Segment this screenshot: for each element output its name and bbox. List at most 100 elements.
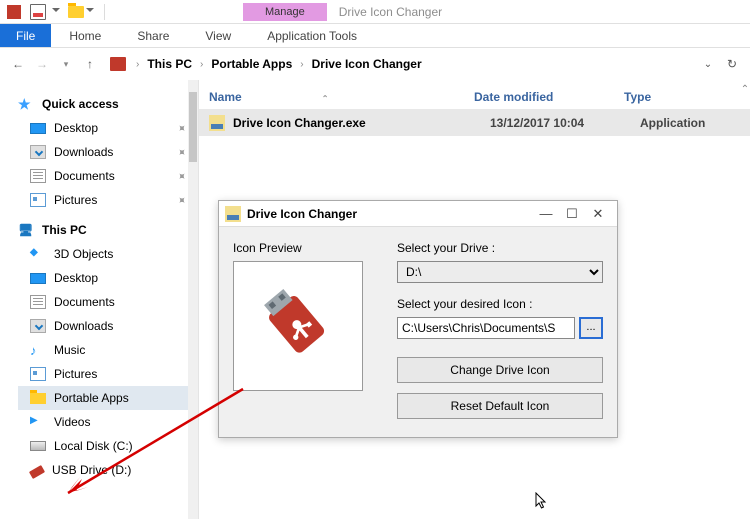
file-row[interactable]: Drive Icon Changer.exe 13/12/2017 10:04 … bbox=[199, 110, 750, 136]
dialog-icon bbox=[225, 206, 241, 222]
chevron-right-icon[interactable]: › bbox=[296, 59, 307, 70]
mouse-cursor-icon bbox=[535, 492, 547, 510]
quickaccess-folder-icon[interactable] bbox=[68, 6, 84, 18]
quickaccess-save-icon[interactable] bbox=[30, 4, 46, 20]
chevron-right-icon[interactable]: › bbox=[196, 59, 207, 70]
usb-drive-icon bbox=[29, 465, 45, 479]
desktop-icon bbox=[30, 273, 46, 284]
ribbon-tab-share[interactable]: Share bbox=[119, 24, 187, 47]
downloads-icon bbox=[30, 319, 46, 333]
sidebar-quick-access[interactable]: ★ Quick access bbox=[18, 92, 198, 116]
recent-dropdown-icon[interactable]: ▾ bbox=[56, 54, 76, 74]
icon-preview-label: Icon Preview bbox=[233, 241, 383, 255]
exe-icon bbox=[209, 115, 225, 131]
sidebar-item-downloads[interactable]: Downloads ✦ bbox=[18, 140, 198, 164]
sidebar-item-label: Local Disk (C:) bbox=[54, 439, 133, 453]
sidebar-item-local-disk-c[interactable]: Local Disk (C:) bbox=[18, 434, 198, 458]
separator bbox=[104, 4, 105, 20]
sidebar-item-3d-objects[interactable]: ◆ 3D Objects bbox=[18, 242, 198, 266]
quickaccess-dropdown2-icon[interactable] bbox=[86, 8, 94, 16]
sidebar-item-desktop-pc[interactable]: Desktop bbox=[18, 266, 198, 290]
column-type[interactable]: Type bbox=[624, 90, 750, 104]
ribbon-file-tab[interactable]: File bbox=[0, 24, 51, 47]
reset-default-icon-button[interactable]: Reset Default Icon bbox=[397, 393, 603, 419]
sort-indicator-icon: ⌃ bbox=[322, 94, 329, 103]
sidebar-item-portable-apps[interactable]: Portable Apps bbox=[18, 386, 198, 410]
pictures-icon bbox=[30, 367, 46, 381]
sidebar-scrollbar[interactable] bbox=[188, 80, 198, 519]
column-name[interactable]: Name⌃ bbox=[209, 90, 474, 104]
dialog-titlebar[interactable]: Drive Icon Changer — ☐ ✕ bbox=[219, 201, 617, 227]
close-button[interactable]: ✕ bbox=[585, 206, 611, 222]
ribbon-tab-home[interactable]: Home bbox=[51, 24, 119, 47]
minimize-button[interactable]: — bbox=[533, 206, 559, 221]
star-icon: ★ bbox=[18, 97, 34, 111]
sidebar-this-pc[interactable]: 🖥 This PC bbox=[18, 218, 198, 242]
sidebar-label: Quick access bbox=[42, 97, 119, 111]
sidebar-item-usb-drive-d[interactable]: USB Drive (D:) bbox=[18, 458, 198, 482]
file-name: Drive Icon Changer.exe bbox=[233, 116, 490, 130]
sidebar-item-documents[interactable]: Documents✦ bbox=[18, 164, 198, 188]
quickaccess-dropdown-icon[interactable] bbox=[52, 8, 60, 16]
context-tab-manage[interactable]: Manage bbox=[243, 3, 327, 21]
window-titlebar: Manage Drive Icon Changer bbox=[0, 0, 750, 24]
forward-button[interactable]: → bbox=[32, 54, 52, 74]
change-drive-icon-button[interactable]: Change Drive Icon bbox=[397, 357, 603, 383]
sidebar-item-label: Documents bbox=[54, 169, 115, 183]
ribbon-tab-view[interactable]: View bbox=[187, 24, 249, 47]
sidebar-item-videos[interactable]: ▶Videos bbox=[18, 410, 198, 434]
drive-select[interactable]: D:\ bbox=[397, 261, 603, 283]
icon-preview bbox=[233, 261, 363, 391]
downloads-icon bbox=[30, 145, 46, 159]
sidebar-item-desktop[interactable]: Desktop✦ bbox=[18, 116, 198, 140]
drive-icon-changer-dialog: Drive Icon Changer — ☐ ✕ Icon Preview bbox=[218, 200, 618, 438]
sidebar-item-label: Pictures bbox=[54, 367, 97, 381]
sidebar-item-label: 3D Objects bbox=[54, 247, 113, 261]
sidebar-item-pictures-pc[interactable]: Pictures bbox=[18, 362, 198, 386]
sidebar-item-label: USB Drive (D:) bbox=[52, 463, 131, 477]
sidebar-item-label: Music bbox=[54, 343, 85, 357]
documents-icon bbox=[30, 169, 46, 183]
3d-objects-icon: ◆ bbox=[30, 247, 46, 261]
sidebar-item-label: Portable Apps bbox=[54, 391, 129, 405]
sidebar-item-downloads-pc[interactable]: Downloads bbox=[18, 314, 198, 338]
ribbon-tab-application-tools[interactable]: Application Tools bbox=[249, 24, 375, 47]
usb-icon bbox=[253, 281, 343, 371]
pin-icon: ✦ bbox=[174, 192, 190, 208]
ribbon-tabs: File Home Share View Application Tools bbox=[0, 24, 750, 48]
breadcrumb[interactable]: › This PC › Portable Apps › Drive Icon C… bbox=[110, 57, 424, 71]
back-button[interactable]: ← bbox=[8, 54, 28, 74]
music-icon: ♪ bbox=[30, 343, 46, 357]
pc-icon: 🖥 bbox=[18, 223, 34, 237]
sidebar-item-label: Downloads bbox=[54, 319, 113, 333]
browse-button[interactable]: ... bbox=[579, 317, 603, 339]
column-date-modified[interactable]: Date modified bbox=[474, 90, 624, 104]
select-icon-label: Select your desired Icon : bbox=[397, 297, 603, 311]
breadcrumb-portable-apps[interactable]: Portable Apps bbox=[209, 57, 294, 71]
sidebar-item-music[interactable]: ♪ Music bbox=[18, 338, 198, 362]
pin-icon: ✦ bbox=[174, 144, 190, 160]
sidebar-item-label: Downloads bbox=[54, 145, 113, 159]
breadcrumb-drive-icon-changer[interactable]: Drive Icon Changer bbox=[310, 57, 424, 71]
sidebar-item-documents-pc[interactable]: Documents bbox=[18, 290, 198, 314]
up-button[interactable]: ↑ bbox=[80, 54, 100, 74]
sidebar-label: This PC bbox=[42, 223, 87, 237]
sidebar-item-label: Desktop bbox=[54, 271, 98, 285]
chevron-right-icon[interactable]: › bbox=[132, 59, 143, 70]
sidebar-item-label: Desktop bbox=[54, 121, 98, 135]
sidebar-item-label: Pictures bbox=[54, 193, 97, 207]
file-date: 13/12/2017 10:04 bbox=[490, 116, 640, 130]
column-headers: Name⌃ Date modified Type bbox=[199, 80, 750, 110]
address-bar: ← → ▾ ↑ › This PC › Portable Apps › Driv… bbox=[0, 48, 750, 80]
breadcrumb-this-pc[interactable]: This PC bbox=[145, 57, 194, 71]
scrollbar-thumb[interactable] bbox=[189, 92, 197, 162]
desktop-icon bbox=[30, 123, 46, 134]
content-scrolltop[interactable]: ⌃ bbox=[740, 84, 750, 104]
pictures-icon bbox=[30, 193, 46, 207]
refresh-button[interactable]: ↻ bbox=[722, 54, 742, 74]
icon-path-input[interactable] bbox=[397, 317, 575, 339]
maximize-button[interactable]: ☐ bbox=[559, 206, 585, 222]
address-dropdown-icon[interactable]: ⌄ bbox=[698, 54, 718, 74]
disk-icon bbox=[30, 441, 46, 451]
sidebar-item-pictures[interactable]: Pictures ✦ bbox=[18, 188, 198, 212]
